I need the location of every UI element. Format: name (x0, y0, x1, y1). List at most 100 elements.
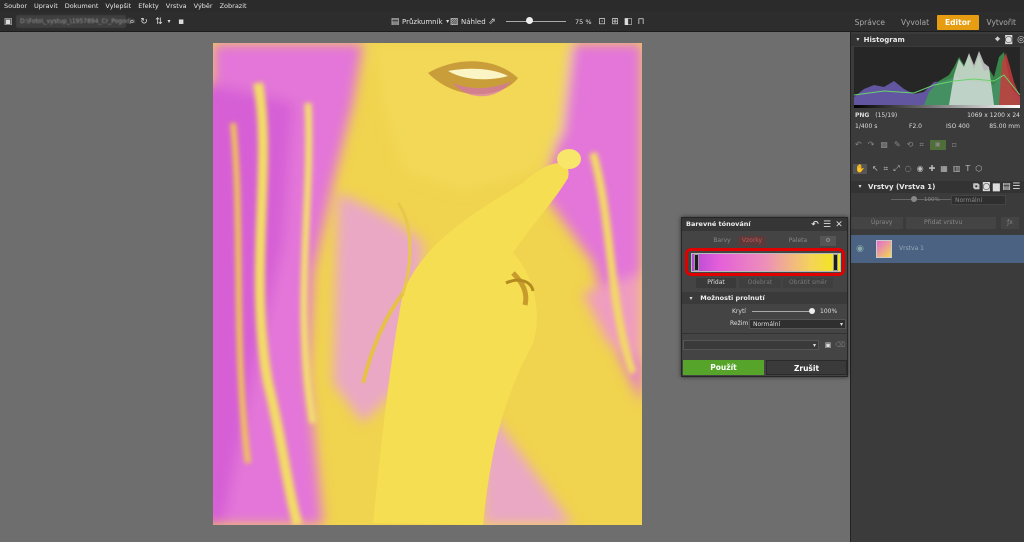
lock-icon[interactable]: ⊓ (636, 17, 646, 27)
save-disabled-icon[interactable]: ▣ (929, 140, 946, 150)
add-folder-icon[interactable]: ▪ (176, 17, 186, 27)
main-toolbar: ▣ D:\Foto\_vystup_\1957894_Cr_Pogodin ⌕ … (0, 12, 1024, 32)
compare-icon[interactable]: ◧ (623, 17, 633, 27)
collapse-icon[interactable]: ▾ (855, 182, 865, 192)
crop-icon[interactable]: ⌗ (919, 140, 924, 150)
color-toning-dialog: Barevné tónování ↶ ☰ ✕ Barvy Vzorky Pale… (681, 217, 848, 377)
cancel-button[interactable]: Zrušit (766, 360, 847, 375)
layer-name: Vrstva 1 (899, 245, 925, 252)
healing-icon[interactable]: ✚ (929, 164, 936, 174)
iso: ISO 400 (946, 123, 970, 130)
layer-blend-select[interactable]: Normální (951, 195, 1006, 205)
actual-size-icon[interactable]: ⊞ (610, 17, 620, 27)
menu-vrstva[interactable]: Vrstva (166, 2, 187, 10)
search-icon[interactable]: ⌕ (127, 17, 137, 27)
menu-efekty[interactable]: Efekty (138, 2, 159, 10)
tab-editor[interactable]: Editor (937, 14, 979, 30)
crop-tool-icon[interactable]: ⌗ (884, 164, 889, 174)
tab-vytvorit[interactable]: Vytvořit (979, 15, 1024, 30)
menu-dokument[interactable]: Dokument (65, 2, 99, 10)
eye-icon[interactable]: ◉ (917, 164, 924, 174)
collapse-icon[interactable]: ▾ (855, 35, 861, 45)
tab-spravce[interactable]: Správce (847, 15, 893, 30)
blend-section-header[interactable]: ▾ Možnosti prolnutí (682, 292, 847, 304)
menu-vylepsit[interactable]: Vylepšit (105, 2, 131, 10)
delete-preset-icon[interactable]: ⌫ (835, 340, 845, 350)
options-button[interactable]: ⚙ (820, 236, 836, 246)
histogram-gradient (854, 105, 1020, 108)
menu-soubor[interactable]: Soubor (4, 2, 27, 10)
opacity-value: 100% (820, 308, 838, 315)
histogram-header[interactable]: ▾ Histogram ⌖ ◙ ◎ (851, 34, 1024, 46)
layer-opacity-handle[interactable] (911, 196, 917, 202)
disk-icon[interactable]: ▫ (952, 140, 957, 150)
undo-icon[interactable]: ↶ (855, 140, 862, 150)
image-format: PNG (15/19) (855, 112, 897, 119)
zoom-slider-handle[interactable] (526, 17, 533, 24)
samples-tab[interactable]: Vzorky (738, 236, 766, 246)
apply-button[interactable]: Použít (683, 360, 764, 375)
tab-vyvolat[interactable]: Vyvolat (893, 15, 937, 30)
menu-upravit[interactable]: Upravit (34, 2, 58, 10)
brush-icon[interactable]: ✎ (894, 140, 901, 150)
browser-button[interactable]: ▤ Průzkumník ▾ (390, 16, 453, 28)
blend-mode-select[interactable]: Normální ▾ (749, 319, 846, 329)
chevron-down-icon[interactable]: ▾ (164, 17, 174, 27)
edited-photo[interactable] (213, 43, 642, 525)
menu-icon[interactable]: ☰ (822, 220, 832, 230)
opacity-label: Krytí (732, 308, 746, 315)
duplicate-icon[interactable]: ⧉ (971, 182, 981, 192)
path-field[interactable]: D:\Foto\_vystup_\1957894_Cr_Pogodin (16, 15, 135, 28)
folder-icon[interactable]: ▆ (991, 182, 1001, 192)
zoom-value: 75 % (575, 18, 592, 26)
camera-icon[interactable]: ◙ (981, 182, 991, 192)
reverse-button[interactable]: Obrátit směr (783, 278, 833, 288)
target-icon[interactable]: ◎ (1017, 35, 1024, 45)
text-icon[interactable]: T (965, 164, 970, 174)
adjust-button[interactable]: Úpravy (851, 217, 903, 229)
pointer-icon[interactable]: ↖ (872, 164, 879, 174)
preset-select[interactable]: ▾ (683, 340, 819, 350)
save-preset-icon[interactable]: ▣ (823, 340, 833, 350)
blend-mode-value: Normální (753, 321, 781, 328)
lasso-icon[interactable]: ◌ (905, 164, 912, 174)
opacity-slider-handle[interactable] (809, 308, 815, 314)
opacity-slider[interactable] (752, 311, 814, 312)
add-stop-button[interactable]: Přidat (696, 278, 736, 288)
pin-icon[interactable]: ⌖ (995, 35, 1001, 45)
layer-item[interactable]: ◉ Vrstva 1 (851, 235, 1024, 263)
menu-vyber[interactable]: Výběr (194, 2, 213, 10)
remove-stop-button[interactable]: Odebrat (739, 278, 781, 288)
hand-icon[interactable]: ✋ (853, 164, 867, 174)
menu-zobrazit[interactable]: Zobrazit (220, 2, 247, 10)
fx-button[interactable]: ƒx (1001, 217, 1019, 229)
close-icon[interactable]: ✕ (834, 220, 844, 230)
colors-tab[interactable]: Barvy (708, 236, 736, 246)
grid-icon[interactable]: ▦ (940, 164, 948, 174)
transform-icon[interactable]: ⤢ (893, 164, 899, 174)
palette-tab[interactable]: Paleta (784, 236, 812, 246)
refresh-icon[interactable]: ↻ (139, 17, 149, 27)
external-open-icon[interactable]: ⇗ (487, 17, 497, 27)
add-layer-button[interactable]: Přidat vrstvu (906, 217, 996, 229)
layer-opacity-slider[interactable] (891, 199, 951, 200)
image-icon[interactable]: ▩ (880, 140, 888, 150)
fit-screen-icon[interactable]: ⊡ (597, 17, 607, 27)
folder-icon[interactable]: ▣ (3, 17, 13, 27)
gradient-icon[interactable]: ▥ (953, 164, 961, 174)
camera-icon[interactable]: ◙ (1004, 35, 1013, 45)
copy-icon[interactable]: ▤ (1001, 182, 1011, 192)
eye-icon[interactable]: ◉ (855, 244, 865, 254)
layers-header[interactable]: ▾ Vrstvy (Vrstva 1) ⧉ ◙ ▆ ▤ ☰ (851, 181, 1024, 193)
shape-icon[interactable]: ⬡ (975, 164, 982, 174)
sort-icon[interactable]: ⇅ (154, 17, 164, 27)
zoom-slider[interactable] (506, 21, 566, 22)
history-icon[interactable]: ⟲ (907, 140, 914, 150)
reset-icon[interactable]: ↶ (810, 220, 820, 230)
layers-title: Vrstvy (Vrstva 1) (868, 183, 936, 191)
highlight-box (685, 248, 845, 276)
tools-bar: ✋ ↖ ⌗ ⤢ ◌ ◉ ✚ ▦ ▥ T ⬡ (853, 164, 982, 174)
preview-button[interactable]: ▨ Náhled (449, 16, 486, 28)
redo-icon[interactable]: ↷ (868, 140, 875, 150)
menu-icon[interactable]: ☰ (1011, 182, 1021, 192)
